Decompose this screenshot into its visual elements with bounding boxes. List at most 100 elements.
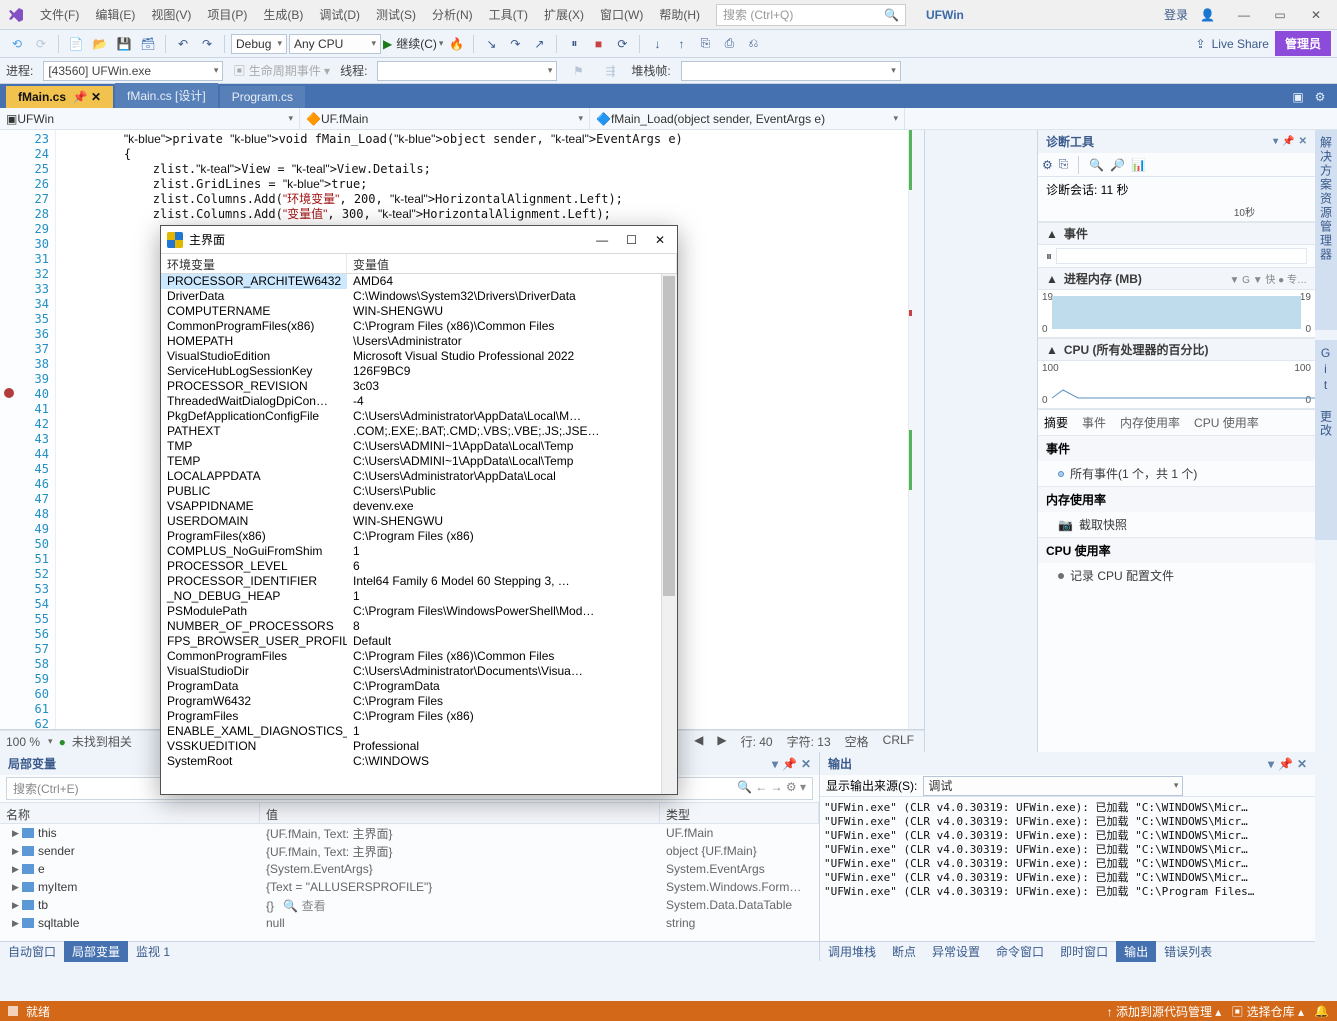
diag-cpu-item[interactable]: 记录 CPU 配置文件 [1038,563,1315,588]
menu-item[interactable]: 帮助(H) [651,0,708,29]
dialog-close[interactable]: ✕ [655,233,665,247]
dialog-minimize[interactable]: — [596,233,608,247]
zoom-in-icon[interactable]: 🔍 [1089,158,1104,172]
tb-flag-icon[interactable]: ⚑ [567,60,589,82]
close-icon[interactable]: ✕ [801,757,811,771]
diag-events-item[interactable]: 所有事件(1 个，共 1 个) [1038,461,1315,486]
breakpoint-icon[interactable] [4,388,14,398]
pin-icon[interactable]: 📌 [1278,757,1293,771]
listview-row[interactable]: ProgramW6432C:\Program Files [161,694,677,709]
nav-back-icon[interactable]: ⟲ [6,33,28,55]
source-control-link[interactable]: ↑ 添加到源代码管理 ▴ [1107,1003,1222,1020]
editor-scrollbar[interactable] [908,130,924,729]
select-icon[interactable]: ⎘ [1059,157,1069,172]
locals-row[interactable]: ▶ e{System.EventArgs}System.EventArgs [0,860,819,878]
close-icon[interactable]: ✕ [1299,136,1307,147]
pause-icon[interactable]: ⏸ [563,33,585,55]
close-button[interactable]: ✕ [1299,2,1333,28]
bottom-tab[interactable]: 局部变量 [64,941,128,962]
repo-selector[interactable]: ▣ 选择仓库 ▴ [1231,1003,1304,1020]
gear-icon[interactable]: ⚙ [1309,86,1331,108]
menu-item[interactable]: 窗口(W) [592,0,651,29]
menu-item[interactable]: 文件(F) [32,0,87,29]
platform-combo[interactable]: Any CPU▾ [289,34,381,54]
solution-explorer-tab[interactable]: 解决方案资源管理器 [1315,130,1337,330]
dialog-maximize[interactable]: ☐ [626,233,637,247]
menu-item[interactable]: 工具(T) [481,0,536,29]
step-out-icon[interactable]: ↗ [528,33,550,55]
chart-icon[interactable]: 📊 [1131,158,1146,172]
liveshare-button[interactable]: Live Share [1212,37,1269,51]
menu-item[interactable]: 测试(S) [368,0,424,29]
listview-row[interactable]: ServiceHubLogSessionKey126F9BC9 [161,364,677,379]
listview-row[interactable]: USERDOMAINWIN-SHENGWU [161,514,677,529]
nav-namespace[interactable]: ▣ UFWin▾ [0,108,300,129]
tab-fmain-design[interactable]: fMain.cs [设计] [115,83,218,108]
login-silhouette-icon[interactable]: 👤 [1200,8,1215,22]
tab-program[interactable]: Program.cs [220,86,305,108]
dialog-scrollbar[interactable] [661,274,677,794]
preview-tab-icon[interactable]: ▣ [1287,86,1309,108]
pin-icon[interactable]: 📌 [1282,136,1294,147]
tb-icon-2[interactable]: ↑ [670,33,692,55]
diag-tab[interactable]: 内存使用率 [1120,414,1180,427]
listview-row[interactable]: VisualStudioDirC:\Users\Administrator\Do… [161,664,677,679]
diag-events-header[interactable]: ▲ 事件 [1038,222,1315,245]
tb-icon-1[interactable]: ↓ [646,33,668,55]
listview-row[interactable]: TMPC:\Users\ADMINI~1\AppData\Local\Temp [161,439,677,454]
menu-item[interactable]: 生成(B) [255,0,311,29]
restart-icon[interactable]: ⟳ [611,33,633,55]
listview-row[interactable]: PROCESSOR_ARCHITEW6432AMD64 [161,274,677,289]
liveshare-icon[interactable]: ⇪ [1196,37,1206,51]
listview-row[interactable]: PROCESSOR_LEVEL6 [161,559,677,574]
listview-row[interactable]: PROCESSOR_REVISION3c03 [161,379,677,394]
listview-row[interactable]: PROCESSOR_IDENTIFIERIntel64 Family 6 Mod… [161,574,677,589]
diag-tab[interactable]: 摘要 [1044,414,1068,427]
listview-row[interactable]: PkgDefApplicationConfigFileC:\Users\Admi… [161,409,677,424]
bottom-tab[interactable]: 自动窗口 [0,941,64,962]
quick-search-input[interactable]: 搜索 (Ctrl+Q) 🔍 [716,4,906,26]
save-icon[interactable]: 💾 [113,33,135,55]
locals-row[interactable]: ▶ tb{} 🔍 查看System.Data.DataTable [0,896,819,914]
nav-class[interactable]: 🔶 UF.fMain▾ [300,108,590,129]
listview-row[interactable]: CommonProgramFilesC:\Program Files (x86)… [161,649,677,664]
dropdown-icon[interactable]: ▾ [1273,136,1278,147]
listview-row[interactable]: COMPUTERNAMEWIN-SHENGWU [161,304,677,319]
hot-reload-icon[interactable]: 🔥 [445,33,467,55]
undo-icon[interactable]: ↶ [172,33,194,55]
output-source-combo[interactable]: 调试▾ [923,776,1183,796]
listview-row[interactable]: SystemRootC:\WINDOWS [161,754,677,769]
stop-icon[interactable]: ■ [587,33,609,55]
zoom-level[interactable]: 100 % [6,735,40,749]
listview-row[interactable]: CommonProgramFiles(x86)C:\Program Files … [161,319,677,334]
step-over-icon[interactable]: ↷ [504,33,526,55]
tb-icon-5[interactable]: ⎌ [742,33,764,55]
output-text[interactable]: "UFWin.exe" (CLR v4.0.30319: UFWin.exe):… [820,797,1315,941]
listview-row[interactable]: DriverDataC:\Windows\System32\Drivers\Dr… [161,289,677,304]
tb-icon-4[interactable]: ⎙ [718,33,740,55]
redo-icon[interactable]: ↷ [196,33,218,55]
thread-combo[interactable]: ▾ [377,61,557,81]
listview-row[interactable]: VSSKUEDITIONProfessional [161,739,677,754]
continue-button[interactable]: ▶ 继续(C) ▾ [383,33,443,55]
bell-icon[interactable]: 🔔 [1314,1004,1329,1018]
dialog-titlebar[interactable]: 主界面 — ☐ ✕ [161,226,677,254]
listview-row[interactable]: VSAPPIDNAMEdevenv.exe [161,499,677,514]
config-combo[interactable]: Debug▾ [231,34,287,54]
listview-row[interactable]: FPS_BROWSER_USER_PROFILE…Default [161,634,677,649]
tb-callers-icon[interactable]: ⇶ [599,60,621,82]
diag-snapshot-item[interactable]: 📷截取快照 [1038,512,1315,537]
step-into-icon[interactable]: ↘ [480,33,502,55]
dialog-listview[interactable]: 环境变量 变量值 PROCESSOR_ARCHITEW6432AMD64Driv… [161,254,677,794]
listview-row[interactable]: ThreadedWaitDialogDpiCon…-4 [161,394,677,409]
save-all-icon[interactable]: 🗃 [137,33,159,55]
menu-item[interactable]: 调试(D) [311,0,368,29]
tab-fmain[interactable]: fMain.cs 📌 ✕ [6,86,113,108]
listview-row[interactable]: COMPLUS_NoGuiFromShim1 [161,544,677,559]
maximize-button[interactable]: ▭ [1263,2,1297,28]
diag-mem-header[interactable]: ▲ 进程内存 (MB) ▼ G ▼ 快 ● 专… [1038,267,1315,290]
locals-row[interactable]: ▶ sender{UF.fMain, Text: 主界面}object {UF.… [0,842,819,860]
listview-row[interactable]: NUMBER_OF_PROCESSORS8 [161,619,677,634]
diag-cpu-header[interactable]: ▲ CPU (所有处理器的百分比) [1038,338,1315,361]
listview-row[interactable]: LOCALAPPDATAC:\Users\Administrator\AppDa… [161,469,677,484]
